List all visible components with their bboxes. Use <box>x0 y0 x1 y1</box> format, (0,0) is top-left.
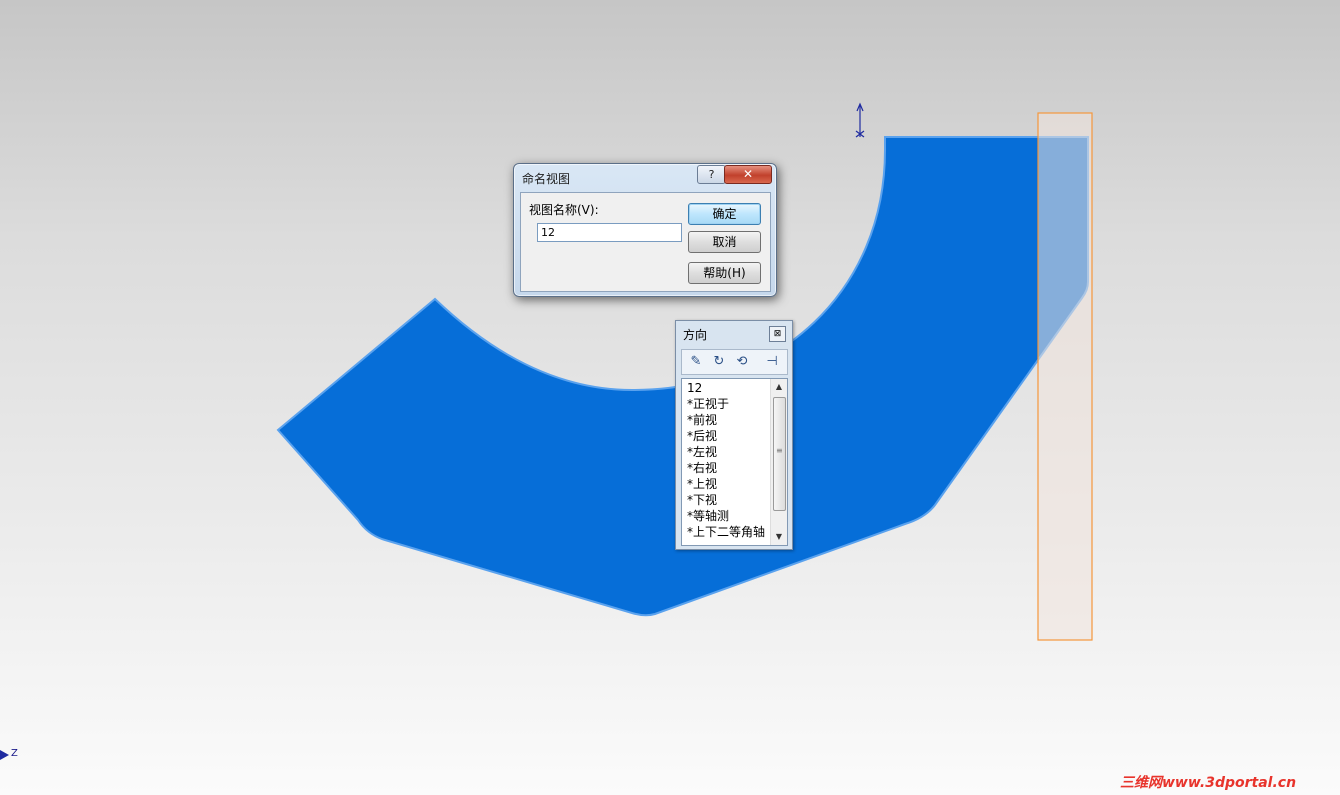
view-list-item[interactable]: *正视于 <box>687 396 765 412</box>
grip-icon: ≡ <box>776 446 783 455</box>
orientation-close-button[interactable]: ⊠ <box>769 326 786 342</box>
scroll-down-arrow-icon[interactable]: ▼ <box>771 530 787 544</box>
view-list-item[interactable]: *前视 <box>687 412 765 428</box>
watermark: 三维网www.3dportal.cn <box>1120 775 1297 791</box>
pin-dialog-icon[interactable]: ⊣ <box>764 354 780 370</box>
view-list-item[interactable]: *右视 <box>687 460 765 476</box>
new-view-icon[interactable]: ✎ <box>688 354 704 370</box>
orientation-dialog: 方向 ⊠ ✎ ↻ ⟲ ⊣ 12 *正视于 *前视 *后视 *左视 *右视 *上视 *下视 *等轴… <box>675 320 793 550</box>
graphics-viewport[interactable] <box>0 0 1340 795</box>
triad-z-axis-icon <box>0 750 9 760</box>
name-view-dialog: 命名视图 ? ✕ 视图名称(V): 12 确定 取消 帮助(H) <box>513 163 777 297</box>
view-list-scrollbar[interactable]: ▲ ≡ ▼ <box>770 379 787 545</box>
dialog-title: 命名视图 <box>522 172 571 186</box>
orientation-title: 方向 <box>683 328 708 342</box>
z-axis-label: Z <box>11 748 18 759</box>
dialog-body: 视图名称(V): 12 确定 取消 帮助(H) <box>520 192 771 292</box>
orientation-toolbar: ✎ ↻ ⟲ ⊣ <box>681 349 788 375</box>
close-button[interactable]: ✕ <box>724 165 772 184</box>
view-list[interactable]: 12*正视于*前视*后视*左视*右视*上视*下视*等轴测*上下二等角轴测 ▲ ≡… <box>681 378 788 546</box>
view-list-item[interactable]: *下视 <box>687 492 765 508</box>
reference-plane[interactable] <box>1037 112 1093 641</box>
title-help-button[interactable]: ? <box>697 165 726 184</box>
view-list-item[interactable]: *上视 <box>687 476 765 492</box>
reset-standard-views-icon[interactable]: ⟲ <box>734 354 750 370</box>
update-standard-views-icon[interactable]: ↻ <box>711 354 727 370</box>
view-list-item[interactable]: *上下二等角轴测 <box>687 524 765 540</box>
view-list-item[interactable]: *后视 <box>687 428 765 444</box>
scroll-thumb[interactable]: ≡ <box>773 397 786 511</box>
help-button[interactable]: 帮助(H) <box>688 262 761 284</box>
view-name-label: 视图名称(V): <box>529 203 599 217</box>
view-list-item[interactable]: 12 <box>687 380 765 396</box>
scroll-up-arrow-icon[interactable]: ▲ <box>771 380 787 394</box>
view-list-item[interactable]: *左视 <box>687 444 765 460</box>
triad-y-axis-icon <box>855 102 865 138</box>
cancel-button[interactable]: 取消 <box>688 231 761 253</box>
view-name-input[interactable]: 12 <box>537 223 682 242</box>
ok-button[interactable]: 确定 <box>688 203 761 225</box>
view-list-item[interactable]: *等轴测 <box>687 508 765 524</box>
